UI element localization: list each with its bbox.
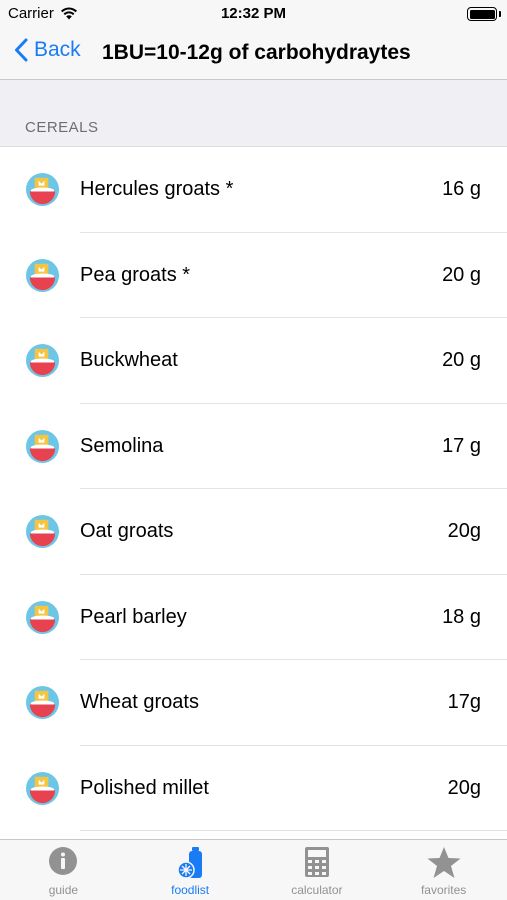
status-time: 12:32 PM [220, 5, 287, 22]
list-item[interactable]: Polished millet 20g [0, 745, 507, 831]
battery-tip [499, 11, 501, 17]
item-value: 16 g [442, 178, 481, 200]
item-name: Pearl barley [80, 605, 187, 628]
back-label: Back [34, 38, 81, 61]
section-header: CEREALS [0, 80, 507, 147]
cereal-bowl-icon [25, 258, 60, 292]
tab-guide[interactable]: guide [0, 840, 127, 900]
tab-label: favorites [420, 883, 467, 897]
item-value: 17 g [442, 434, 481, 457]
section-title: CEREALS [25, 119, 99, 136]
item-value: 20g [447, 776, 481, 799]
item-value: 17g [447, 691, 481, 713]
battery-icon [467, 7, 497, 21]
cereal-bowl-icon [25, 343, 60, 378]
list-item[interactable]: Wheat groats 17g [0, 660, 507, 746]
item-value: 20g [447, 520, 481, 542]
tab-label: guide [48, 883, 79, 897]
cereal-bowl-icon [25, 172, 60, 207]
item-value: 20 g [442, 263, 481, 286]
list-item[interactable]: Oat groats 20g [0, 489, 507, 575]
star-icon [427, 847, 461, 878]
cereal-bowl-icon [25, 771, 60, 805]
cereal-bowl-icon [25, 685, 60, 720]
list-item[interactable]: Hercules groats * 16 g [0, 147, 507, 233]
page-title: 1BU=10-12g of carbohydraytes [102, 41, 411, 64]
item-value: 20 g [442, 349, 481, 371]
item-name: Buckwheat [80, 349, 178, 371]
bottle-icon [177, 847, 203, 879]
tab-label: calculator [291, 883, 343, 897]
tab-favorites[interactable]: favorites [380, 840, 507, 900]
info-icon [49, 847, 78, 875]
chevron-left-icon [15, 38, 28, 62]
food-list: Hercules groats * 16 g Pea groats * 20 g… [0, 147, 507, 900]
list-item[interactable]: Semolina 17 g [0, 403, 507, 489]
tab-calculator[interactable]: calculator [254, 840, 381, 900]
calculator-icon [304, 847, 329, 877]
cereal-bowl-icon [25, 600, 60, 634]
list-item[interactable]: Pearl barley 18 g [0, 574, 507, 660]
list-item[interactable]: Buckwheat 20 g [0, 318, 507, 404]
list-item[interactable]: Pea groats * 20 g [0, 232, 507, 318]
item-name: Semolina [80, 434, 164, 457]
tab-bar: guide foodlist calculator favorites [0, 839, 507, 900]
status-bar: Carrier 12:32 PM [0, 0, 507, 28]
back-button[interactable]: Back [14, 38, 81, 62]
navigation-bar: Back 1BU=10-12g of carbohydraytes [0, 28, 507, 80]
item-name: Wheat groats [80, 691, 199, 713]
cereal-bowl-icon [25, 429, 60, 463]
item-name: Oat groats [80, 520, 174, 542]
tab-foodlist[interactable]: foodlist [127, 840, 254, 900]
cereal-bowl-icon [25, 514, 60, 549]
item-name: Pea groats * [80, 263, 191, 286]
item-name: Polished millet [80, 776, 209, 799]
item-name: Hercules groats * [80, 178, 234, 200]
tab-label: foodlist [171, 883, 210, 897]
item-value: 18 g [442, 605, 481, 628]
